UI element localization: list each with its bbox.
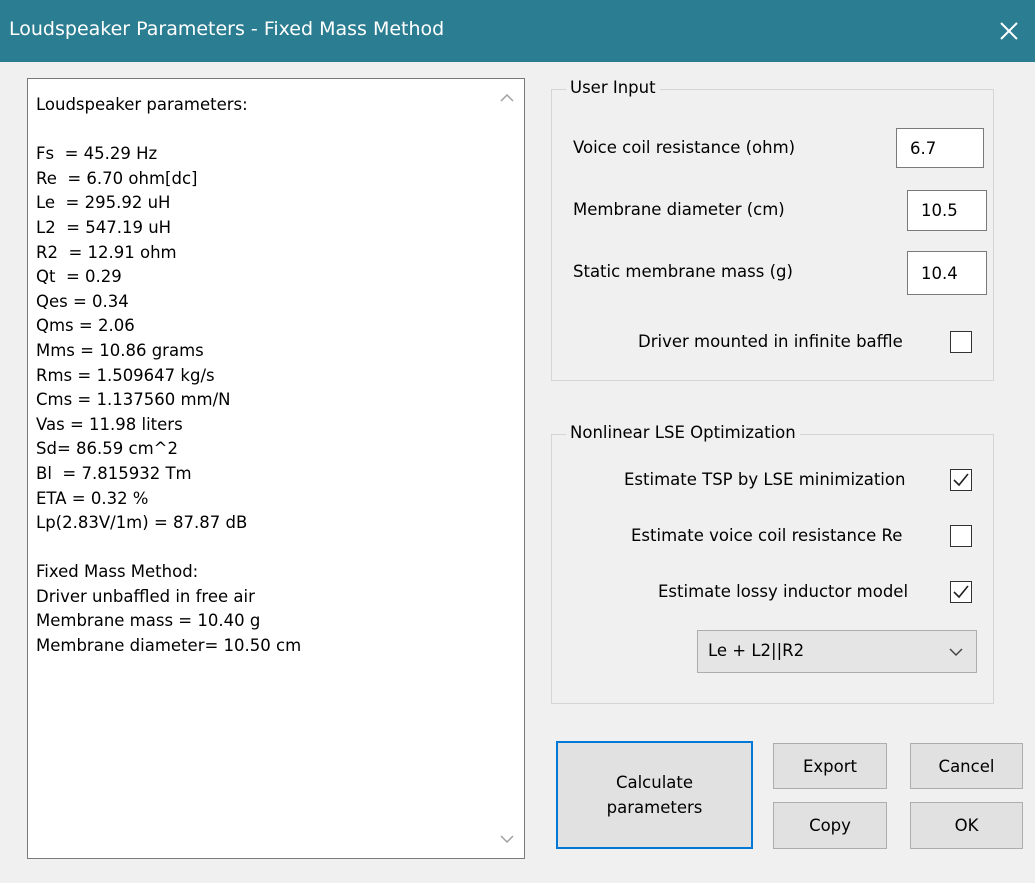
results-text: Loudspeaker parameters: Fs = 45.29 Hz Re =… [36,93,486,659]
export-button[interactable]: Export [773,743,887,789]
results-line: Loudspeaker parameters: [36,95,248,114]
inductor-model-value: Le + L2||R2 [708,641,805,660]
results-line: Lp(2.83V/1m) = 87.87 dB [36,513,248,533]
results-line: Bl = 7.815932 Tm [36,463,192,483]
estimate-re-label: Estimate voice coil resistance Re [631,526,903,545]
results-line: Cms = 1.137560 mm/N [36,390,231,410]
cancel-button[interactable]: Cancel [910,743,1023,789]
membrane-mass-input[interactable] [907,251,987,295]
results-line [36,536,486,561]
results-textbox[interactable]: Loudspeaker parameters: Fs = 45.29 Hz Re =… [27,78,525,859]
results-line: Sd= 86.59 cm^2 [36,439,178,459]
voice-coil-label: Voice coil resistance (ohm) [573,138,796,157]
lossy-inductor-label: Estimate lossy inductor model [658,582,909,601]
results-line: Mms = 10.86 grams [36,340,204,360]
results-line: Driver unbaffled in free air [36,586,255,606]
membrane-diameter-input[interactable] [907,190,987,231]
results-line: Fixed Mass Method: [36,562,199,582]
lossy-inductor-checkbox[interactable] [950,581,972,603]
results-line: Rms = 1.509647 kg/s [36,365,215,385]
results-line: Vas = 11.98 liters [36,414,183,434]
title-bar: Loudspeaker Parameters - Fixed Mass Meth… [0,0,1035,62]
results-line: Le = 295.92 uH [36,193,171,213]
results-line: Qt = 0.29 [36,267,122,287]
checkmark-icon [953,585,969,599]
results-line: Membrane diameter= 10.50 cm [36,636,302,656]
results-line: Qms = 2.06 [36,316,135,336]
estimate-tsp-label: Estimate TSP by LSE minimization [624,470,906,489]
ok-button[interactable]: OK [910,802,1023,849]
infinite-baffle-label: Driver mounted in infinite baffle [638,332,903,351]
results-line: Re = 6.70 ohm[dc] [36,168,198,188]
results-line: Membrane mass = 10.40 g [36,611,261,631]
inductor-model-select[interactable]: Le + L2||R2 [697,630,977,673]
user-input-title: User Input [566,78,660,97]
calculate-label-line2: parameters [606,798,703,817]
lse-optimization-title: Nonlinear LSE Optimization [566,423,800,442]
estimate-tsp-checkbox[interactable] [950,469,972,491]
calculate-parameters-button[interactable]: Calculate parameters [556,741,753,849]
close-icon[interactable] [991,13,1027,49]
estimate-re-checkbox[interactable] [950,525,972,547]
results-line: R2 = 12.91 ohm [36,242,177,262]
scroll-down-icon[interactable] [490,822,524,856]
membrane-mass-label: Static membrane mass (g) [573,262,793,281]
checkmark-icon [953,473,969,487]
vertical-scrollbar[interactable] [490,79,524,858]
results-line: L2 = 547.19 uH [36,217,172,237]
results-line: Qes = 0.34 [36,291,129,311]
results-line: ETA = 0.32 % [36,488,149,508]
infinite-baffle-checkbox[interactable] [950,331,972,353]
results-line: Fs = 45.29 Hz [36,144,158,164]
scroll-up-icon[interactable] [490,81,524,115]
copy-button[interactable]: Copy [773,802,887,849]
results-line [36,118,486,143]
membrane-diameter-label: Membrane diameter (cm) [573,200,785,219]
chevron-down-icon [949,648,963,657]
voice-coil-input[interactable] [896,128,984,168]
calculate-label-line1: Calculate [615,773,694,792]
window-title: Loudspeaker Parameters - Fixed Mass Meth… [9,18,445,40]
